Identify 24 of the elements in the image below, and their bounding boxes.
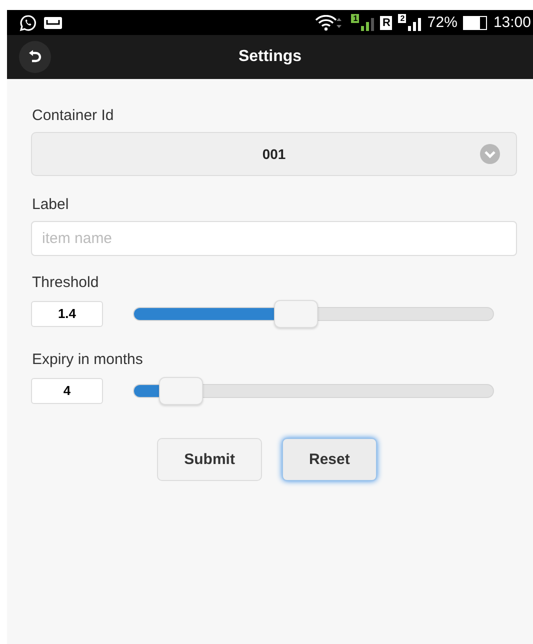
chevron-down-icon [480, 144, 500, 164]
label-input-field[interactable]: item name [31, 221, 517, 256]
slider-handle[interactable] [158, 377, 203, 405]
chat-bubble-icon [19, 14, 37, 32]
back-arrow-icon [27, 49, 43, 65]
field-label: Label [32, 196, 70, 213]
slider[interactable] [133, 299, 494, 329]
reset-button[interactable]: Reset [282, 438, 377, 481]
slider-handle[interactable] [274, 300, 318, 328]
page-title: Settings [237, 48, 303, 66]
battery-icon [463, 16, 488, 30]
clock-time: 13:00 [493, 14, 531, 31]
field-label: Expiry in months [32, 351, 144, 368]
container-id-dropdown[interactable]: 001 [31, 132, 517, 176]
message-icon [43, 16, 63, 30]
value-field[interactable]: 4 [31, 378, 103, 404]
slider[interactable] [133, 376, 494, 406]
value-field[interactable]: 1.4 [31, 301, 103, 327]
field-label: Threshold [32, 274, 100, 291]
roaming-badge: R [380, 16, 392, 30]
submit-button[interactable]: Submit [157, 438, 262, 481]
field-label: Container Id [32, 107, 115, 124]
battery-percent: 72% [427, 14, 458, 31]
back-button[interactable] [19, 41, 51, 73]
